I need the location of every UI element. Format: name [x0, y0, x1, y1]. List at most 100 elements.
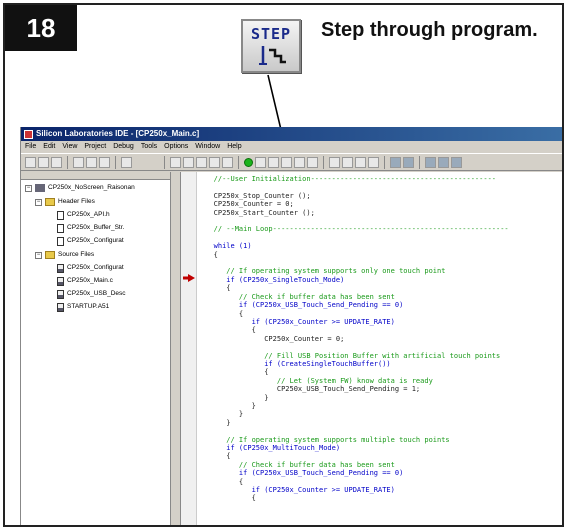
file-label: CP250x_Configurat	[67, 237, 124, 244]
new-file-icon[interactable]	[25, 156, 36, 168]
collapse-icon[interactable]: −	[25, 184, 32, 192]
menu-bar: File Edit View Project Debug Tools Optio…	[21, 141, 562, 153]
toolbar-separator	[419, 155, 420, 169]
file-label: CP250x_Configurat	[67, 264, 124, 271]
code-line: {	[201, 452, 231, 461]
file-label: CP250x_Buffer_Str.	[67, 224, 125, 231]
code-line: if (CP250x_Counter >= UPDATE_RATE)	[201, 486, 395, 495]
tree-file[interactable]: CP250x_Main.c	[57, 276, 113, 286]
open-file-icon[interactable]	[38, 156, 49, 168]
step-button-label: STEP	[250, 25, 292, 43]
menu-help[interactable]: Help	[227, 141, 241, 153]
tree-file[interactable]: STARTUP.A51	[57, 302, 109, 312]
code-line: {	[201, 326, 256, 335]
collapse-icon[interactable]: −	[35, 251, 42, 259]
code-line: CP250x_Counter = 0;	[201, 200, 294, 209]
step-out-icon[interactable]	[281, 156, 292, 168]
file-label: STARTUP.A51	[67, 303, 110, 310]
download-icon[interactable]	[209, 156, 220, 168]
source-file-icon	[57, 302, 64, 312]
editor-gutter[interactable]	[181, 172, 197, 525]
menu-view[interactable]: View	[62, 141, 77, 153]
source-file-icon	[57, 289, 64, 299]
code-line: // Let (System FW) know data is ready	[201, 376, 433, 385]
code-line: CP250x_Stop_Counter ();	[201, 191, 311, 200]
print-icon[interactable]	[121, 156, 132, 168]
pane-splitter[interactable]	[171, 172, 181, 525]
ide-title: Silicon Laboratories IDE - [CP250x_Main.…	[36, 129, 200, 138]
code-line: {	[201, 250, 218, 259]
run-to-cursor-icon[interactable]	[294, 156, 305, 168]
window-list-icon[interactable]	[451, 156, 462, 168]
collapse-icon[interactable]: −	[35, 198, 42, 206]
window-tile-icon[interactable]	[425, 156, 436, 168]
remove-breakpoint-icon[interactable]	[342, 156, 353, 168]
code-line: CP250x_USB_Touch_Send_Pending = 1;	[201, 385, 421, 394]
tree-file[interactable]: CP250x_USB_Desc	[57, 289, 126, 299]
step-number: 18	[5, 5, 77, 51]
halt-icon[interactable]	[307, 156, 318, 168]
build-icon[interactable]	[170, 156, 181, 168]
enable-breakpoint-icon[interactable]	[355, 156, 366, 168]
save-icon[interactable]	[51, 156, 62, 168]
paste-icon[interactable]	[99, 156, 110, 168]
memory-icon[interactable]	[403, 156, 414, 168]
code-line: {	[201, 284, 231, 293]
code-line: if (CP250x_USB_Touch_Send_Pending == 0)	[201, 301, 404, 310]
menu-debug[interactable]: Debug	[113, 141, 134, 153]
source-file-icon	[57, 263, 64, 273]
build-all-icon[interactable]	[196, 156, 207, 168]
step-button[interactable]: STEP	[241, 19, 301, 73]
window-cascade-icon[interactable]	[438, 156, 449, 168]
disable-breakpoint-icon[interactable]	[368, 156, 379, 168]
tree-file[interactable]: CP250x_API.h	[57, 210, 110, 220]
code-line: // --Main Loop--------------------------…	[201, 225, 509, 234]
tree-folder-source-files[interactable]: − Source Files	[35, 250, 94, 260]
cut-icon[interactable]	[73, 156, 84, 168]
menu-window[interactable]: Window	[195, 141, 220, 153]
copy-icon[interactable]	[86, 156, 97, 168]
toolbar-separator	[164, 155, 165, 169]
code-line: while (1)	[201, 242, 252, 251]
tree-file[interactable]: CP250x_Configurat	[57, 263, 124, 273]
ide-workspace: − CP250x_NoScreen_Raisonan − Header File…	[21, 172, 562, 525]
menu-project[interactable]: Project	[84, 141, 106, 153]
code-line: {	[201, 309, 244, 318]
code-line: }	[201, 418, 231, 427]
toolbar-separator	[115, 155, 116, 169]
code-line: // Fill USB Position Buffer with artific…	[201, 351, 501, 360]
rebuild-icon[interactable]	[183, 156, 194, 168]
code-editor[interactable]: //--User Initialization-----------------…	[197, 172, 562, 525]
connect-icon[interactable]	[222, 156, 233, 168]
code-line: CP250x_Start_Counter ();	[201, 208, 315, 217]
file-label: CP250x_API.h	[67, 211, 110, 218]
code-line: // If operating system supports multiple…	[201, 435, 450, 444]
header-file-icon	[57, 210, 64, 220]
menu-file[interactable]: File	[25, 141, 36, 153]
menu-tools[interactable]: Tools	[141, 141, 157, 153]
code-line: //--User Initialization-----------------…	[201, 175, 497, 183]
watch-icon[interactable]	[390, 156, 401, 168]
toolbar-separator	[67, 155, 68, 169]
project-root[interactable]: − CP250x_NoScreen_Raisonan	[25, 183, 135, 193]
code-line: {	[201, 368, 269, 377]
tree-folder-header-files[interactable]: − Header Files	[35, 197, 95, 207]
menu-edit[interactable]: Edit	[43, 141, 55, 153]
tree-file[interactable]: CP250x_Buffer_Str.	[57, 223, 124, 233]
ide-window: Silicon Laboratories IDE - [CP250x_Main.…	[20, 127, 562, 525]
folder-label: Header Files	[58, 198, 95, 205]
run-icon[interactable]	[244, 157, 253, 167]
tree-file[interactable]: CP250x_Configurat	[57, 236, 124, 246]
breakpoint-icon[interactable]	[329, 156, 340, 168]
instruction-headline: Step through program.	[321, 19, 538, 41]
step-into-toolbar-icon[interactable]	[255, 156, 266, 168]
step-over-icon[interactable]	[268, 156, 279, 168]
code-line: if (CP250x_USB_Touch_Send_Pending == 0)	[201, 469, 404, 478]
code-line: if (CP250x_MultiTouch_Mode)	[201, 444, 341, 452]
menu-options[interactable]: Options	[164, 141, 188, 153]
ide-titlebar: Silicon Laboratories IDE - [CP250x_Main.…	[21, 127, 562, 141]
